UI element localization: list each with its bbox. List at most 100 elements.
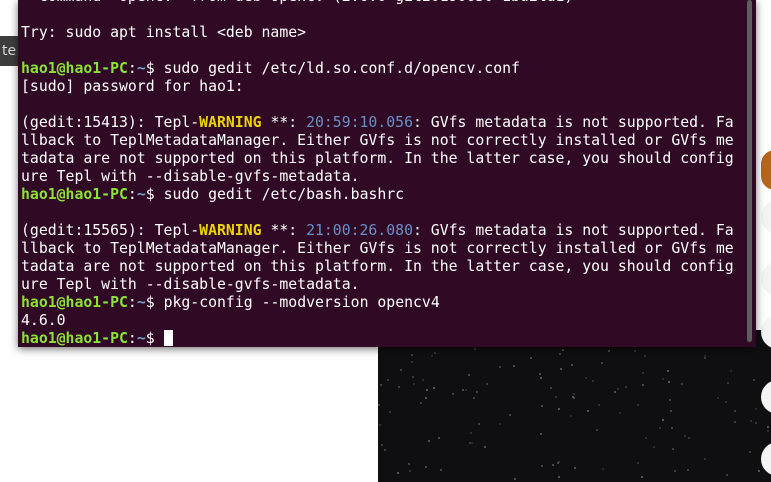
star bbox=[400, 369, 402, 371]
star bbox=[669, 399, 671, 401]
desktop-icon[interactable] bbox=[761, 200, 771, 234]
star bbox=[717, 397, 719, 399]
output-text: Try: sudo apt install <deb name> bbox=[21, 24, 307, 41]
star bbox=[558, 476, 560, 478]
warning-keyword: WARNING bbox=[199, 114, 262, 131]
star bbox=[462, 389, 464, 391]
terminal-line: 4.6.0 bbox=[21, 312, 742, 330]
star bbox=[476, 391, 478, 393]
desktop-icon[interactable] bbox=[761, 380, 771, 414]
star bbox=[670, 410, 672, 412]
command-text: pkg-config --modversion opencv4 bbox=[163, 294, 440, 311]
star bbox=[573, 393, 575, 395]
terminal-output[interactable]: Command 'opencv' from deb opencv (2.6.0-… bbox=[21, 0, 742, 347]
warning-line: (gedit:15413): Tepl-WARNING **: 20:59:10… bbox=[21, 114, 742, 132]
terminal-line: tadata are not supported on this platfor… bbox=[21, 258, 742, 276]
desktop-icon[interactable] bbox=[761, 442, 771, 476]
star bbox=[387, 379, 389, 381]
prompt-separator: : bbox=[127, 60, 137, 77]
star bbox=[438, 437, 440, 439]
star bbox=[574, 467, 576, 469]
star bbox=[486, 383, 488, 385]
star bbox=[559, 353, 561, 355]
terminal-line: Try: sudo apt install <deb name> bbox=[21, 24, 742, 42]
output-text: llback to TeplMetadataManager. Either GV… bbox=[21, 132, 734, 149]
star bbox=[412, 376, 414, 378]
star bbox=[452, 393, 454, 395]
star bbox=[468, 374, 470, 376]
star bbox=[674, 470, 676, 472]
command-text: sudo gedit /etc/bash.bashrc bbox=[163, 186, 405, 203]
prompt-separator: : bbox=[127, 186, 137, 203]
star bbox=[541, 465, 543, 467]
text-cursor[interactable] bbox=[163, 330, 173, 346]
terminal-line: ure Tepl with --disable-gvfs-metadata. bbox=[21, 168, 742, 186]
prompt-symbol: $ bbox=[145, 186, 164, 203]
star bbox=[560, 368, 562, 370]
star bbox=[644, 355, 646, 357]
star bbox=[499, 423, 501, 425]
star bbox=[422, 379, 424, 381]
star bbox=[608, 350, 610, 352]
star bbox=[684, 435, 686, 437]
star bbox=[474, 348, 476, 350]
warning-message: : GVfs metadata is not supported. Fa bbox=[412, 222, 734, 239]
star bbox=[471, 442, 473, 444]
prompt-line: hao1@hao1-PC:~$ bbox=[21, 330, 742, 347]
star bbox=[411, 361, 413, 363]
star bbox=[596, 429, 598, 431]
star bbox=[425, 397, 427, 399]
star bbox=[642, 384, 644, 386]
terminal-window[interactable]: Command 'opencv' from deb opencv (2.6.0-… bbox=[18, 0, 756, 347]
star bbox=[398, 386, 400, 388]
star bbox=[750, 420, 752, 422]
terminal-scrollbar[interactable] bbox=[747, 0, 752, 342]
star bbox=[550, 387, 552, 389]
desktop-icon[interactable] bbox=[761, 262, 771, 296]
star bbox=[755, 422, 757, 424]
prompt-path: ~ bbox=[136, 294, 146, 311]
output-text: tadata are not supported on this platfor… bbox=[21, 258, 734, 275]
monkey-icon[interactable] bbox=[761, 150, 771, 190]
star bbox=[378, 404, 380, 406]
output-text: [sudo] password for hao1: bbox=[21, 78, 244, 95]
warning-line: (gedit:15565): Tepl-WARNING **: 21:00:26… bbox=[21, 222, 742, 240]
star bbox=[384, 449, 386, 451]
star bbox=[704, 357, 706, 359]
star bbox=[662, 419, 664, 421]
star bbox=[642, 372, 644, 374]
warning-separator: **: bbox=[261, 114, 307, 131]
warning-separator: **: bbox=[261, 222, 307, 239]
terminal-line: ure Tepl with --disable-gvfs-metadata. bbox=[21, 276, 742, 294]
star bbox=[758, 470, 760, 472]
star bbox=[687, 469, 689, 471]
background-window-tab[interactable]: te bbox=[0, 36, 20, 66]
star bbox=[379, 424, 381, 426]
star bbox=[625, 386, 627, 388]
star bbox=[641, 476, 643, 478]
star bbox=[541, 405, 543, 407]
star bbox=[426, 389, 428, 391]
star bbox=[734, 421, 736, 423]
prompt-line: hao1@hao1-PC:~$ sudo gedit /etc/ld.so.co… bbox=[21, 60, 742, 78]
star bbox=[380, 384, 382, 386]
star bbox=[634, 350, 636, 352]
prompt-symbol: $ bbox=[145, 294, 164, 311]
star bbox=[688, 437, 690, 439]
star bbox=[413, 383, 415, 385]
prompt-separator: : bbox=[127, 294, 137, 311]
star bbox=[598, 404, 600, 406]
star bbox=[619, 412, 621, 414]
prompt-path: ~ bbox=[136, 330, 146, 347]
star bbox=[562, 349, 564, 351]
star bbox=[509, 414, 511, 416]
command-text: sudo gedit /etc/ld.so.conf.d/opencv.conf bbox=[163, 60, 520, 77]
desktop-icons-edge bbox=[761, 150, 771, 480]
background-window-tab-label: te bbox=[2, 43, 17, 59]
star bbox=[381, 444, 383, 446]
desktop-icon[interactable] bbox=[761, 315, 771, 349]
